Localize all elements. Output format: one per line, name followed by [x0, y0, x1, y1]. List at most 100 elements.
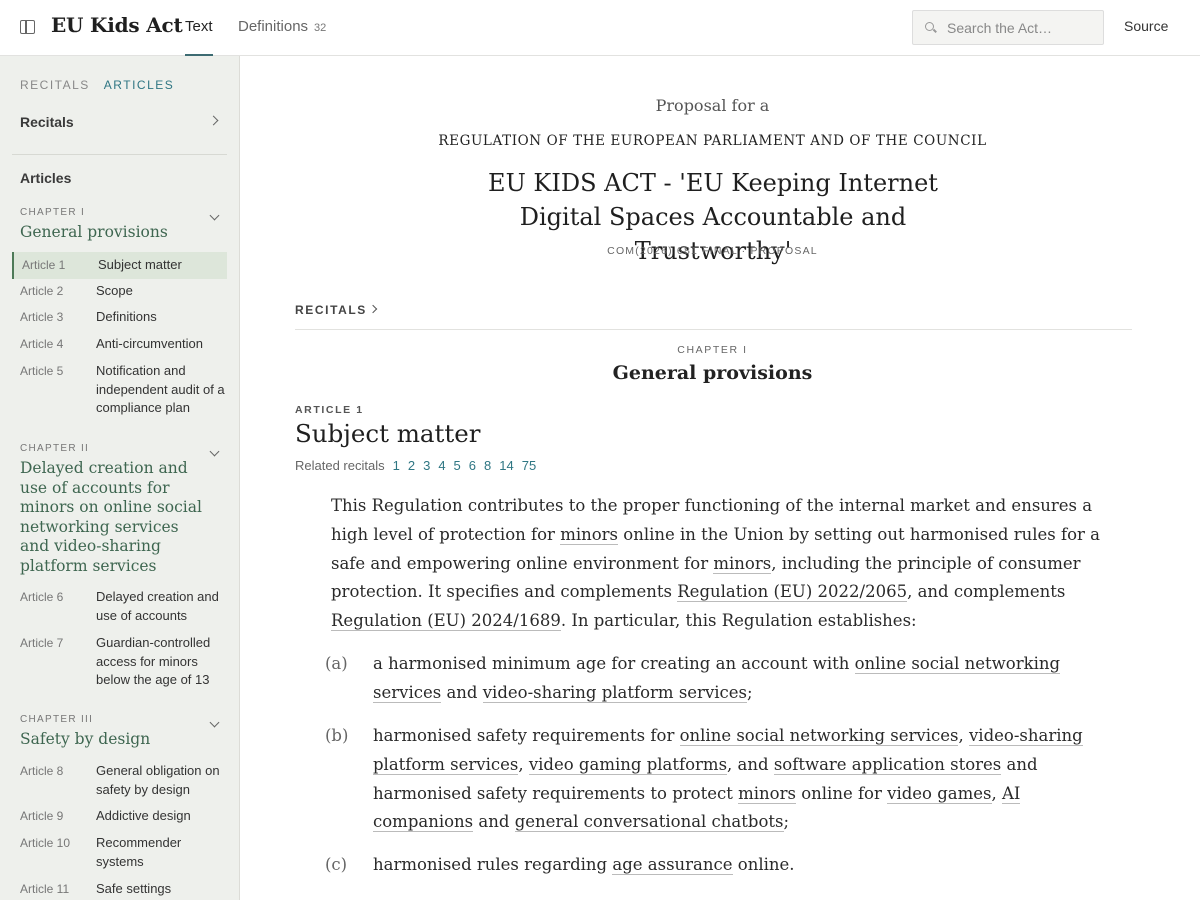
regulation-link[interactable]: Regulation (EU) 2022/2065: [677, 582, 908, 603]
recitals-link[interactable]: RECITALS: [295, 303, 367, 317]
chapter-label: CHAPTER II: [20, 443, 90, 454]
toggle-articles[interactable]: ARTICLES: [104, 78, 174, 92]
article-title: Subject matter: [98, 257, 182, 272]
chevron-right-icon[interactable]: [368, 304, 378, 314]
article-title: General obligation on safety by design: [96, 763, 220, 797]
recital-link[interactable]: 3: [423, 458, 430, 473]
chapter-label: CHAPTER III: [20, 714, 94, 725]
sidebar-toggle-icon[interactable]: [20, 20, 35, 34]
sidebar-item-article-8[interactable]: Article 8 General obligation on safety b…: [12, 762, 227, 800]
defined-term-link[interactable]: software application stores: [773, 754, 1002, 775]
main-content: Proposal for a REGULATION OF THE EUROPEA…: [241, 56, 1200, 900]
item-text: harmonised safety requirements for onlin…: [373, 726, 1083, 833]
related-recitals-label: Related recitals: [295, 458, 385, 473]
article-number: Article 8: [20, 764, 64, 778]
recital-link[interactable]: 6: [469, 458, 476, 473]
divider: [295, 329, 1132, 330]
sidebar-item-article-3[interactable]: Article 3 Definitions: [12, 308, 227, 328]
sidebar-recitals-section[interactable]: Recitals: [20, 114, 74, 130]
article-title: Scope: [96, 283, 133, 298]
sidebar-divider: [12, 154, 227, 155]
defined-term-link[interactable]: minors: [713, 553, 772, 574]
toggle-recitals[interactable]: RECITALS: [20, 78, 90, 92]
recital-link[interactable]: 1: [393, 458, 400, 473]
sidebar-item-article-1[interactable]: Article 1 Subject matter: [12, 252, 227, 279]
sidebar-item-article-6[interactable]: Article 6 Delayed creation and use of ac…: [12, 588, 227, 626]
item-text: a harmonised minimum age for creating an…: [373, 654, 1061, 703]
sidebar-item-article-10[interactable]: Article 10 Recommender systems: [12, 834, 227, 872]
article-title: Subject matter: [295, 419, 481, 448]
article-title: Definitions: [96, 309, 157, 324]
chapter-title[interactable]: General provisions: [20, 223, 205, 243]
chapter-label: CHAPTER I: [20, 207, 86, 218]
article-number: Article 5: [20, 364, 64, 378]
article-label: ARTICLE 1: [295, 404, 364, 416]
sidebar-item-article-4[interactable]: Article 4 Anti-circumvention: [12, 335, 227, 355]
sidebar-item-article-5[interactable]: Article 5 Notification and independent a…: [12, 362, 227, 420]
recital-link[interactable]: 8: [484, 458, 491, 473]
sidebar-item-article-2[interactable]: Article 2 Scope: [12, 282, 227, 302]
article-paragraph: This Regulation contributes to the prope…: [331, 496, 1100, 632]
regulation-of: REGULATION OF THE EUROPEAN PARLIAMENT AN…: [438, 133, 987, 149]
search-box[interactable]: [912, 10, 1104, 45]
sidebar-articles-heading: Articles: [20, 170, 72, 186]
sidebar-item-article-7[interactable]: Article 7 Guardian-controlled access for…: [12, 634, 227, 692]
recital-link[interactable]: 4: [438, 458, 445, 473]
search-input[interactable]: [947, 11, 1097, 44]
proposal-for: Proposal for a: [655, 96, 770, 115]
app-title[interactable]: EU Kids Act: [51, 13, 183, 37]
chapter-title[interactable]: Safety by design: [20, 730, 205, 750]
defined-term-link[interactable]: minors: [738, 783, 796, 804]
article-title: Safe settings: [96, 881, 172, 896]
defined-term-link[interactable]: age assurance: [612, 855, 733, 875]
chapter-label: CHAPTER I: [677, 344, 748, 356]
chapter-title: General provisions: [612, 362, 813, 384]
definitions-count-badge: 32: [314, 22, 327, 34]
article-title: Delayed creation and use of accounts: [96, 589, 219, 623]
article-number: Article 9: [20, 809, 64, 823]
recital-link[interactable]: 2: [408, 458, 415, 473]
article-title: Guardian-controlled access for minors be…: [96, 635, 211, 687]
tab-text[interactable]: Text: [185, 0, 213, 56]
chevron-down-icon[interactable]: [209, 717, 220, 728]
recital-link[interactable]: 5: [454, 458, 461, 473]
defined-term-link[interactable]: online social networking services: [679, 726, 959, 746]
article-number: Article 1: [22, 258, 66, 272]
item-label: (b): [325, 726, 349, 745]
defined-term-link[interactable]: video-sharing platform services: [482, 682, 748, 703]
article-title: Addictive design: [96, 808, 191, 823]
tab-definitions[interactable]: Definitions 32: [238, 0, 326, 56]
recital-link[interactable]: 75: [522, 458, 536, 473]
item-label: (c): [325, 855, 348, 874]
recital-link[interactable]: 14: [499, 458, 513, 473]
chevron-down-icon[interactable]: [209, 446, 220, 457]
source-link[interactable]: Source: [1124, 18, 1168, 34]
sidebar-view-toggle: RECITALS ARTICLES: [20, 78, 188, 92]
article-number: Article 7: [20, 636, 64, 650]
defined-term-link[interactable]: minors: [560, 524, 619, 545]
article-title: Notification and independent audit of a …: [96, 363, 225, 415]
article-number: Article 10: [20, 836, 71, 850]
sidebar-item-article-11[interactable]: Article 11 Safe settings: [12, 880, 227, 900]
article-number: Article 6: [20, 590, 64, 604]
chevron-right-icon[interactable]: [208, 115, 219, 126]
article-number: Article 4: [20, 337, 64, 351]
tab-definitions-label: Definitions: [238, 18, 309, 35]
article-number: Article 3: [20, 310, 64, 324]
chevron-down-icon[interactable]: [209, 210, 220, 221]
article-title: Anti-circumvention: [96, 336, 203, 351]
sidebar-item-article-9[interactable]: Article 9 Addictive design: [12, 807, 227, 827]
defined-term-link[interactable]: video games: [887, 783, 992, 804]
defined-term-link[interactable]: video gaming platforms: [528, 754, 728, 775]
sidebar: RECITALS ARTICLES Recitals Articles CHAPT…: [0, 56, 240, 900]
article-number: Article 11: [20, 882, 70, 896]
regulation-link[interactable]: Regulation (EU) 2024/1689: [331, 611, 561, 632]
item-label: (a): [325, 654, 348, 673]
tab-text-label: Text: [185, 18, 213, 35]
chapter-title[interactable]: Delayed creation and use of accounts for…: [20, 459, 205, 576]
article-title: Recommender systems: [96, 835, 182, 869]
item-text: harmonised rules regarding age assurance…: [373, 855, 795, 875]
defined-term-link[interactable]: general conversational chatbots: [514, 812, 784, 833]
top-bar: EU Kids Act Text Definitions 32 Source: [0, 0, 1200, 56]
document-reference: COM(2026) 681 FINAL · PROPOSAL: [607, 245, 818, 257]
